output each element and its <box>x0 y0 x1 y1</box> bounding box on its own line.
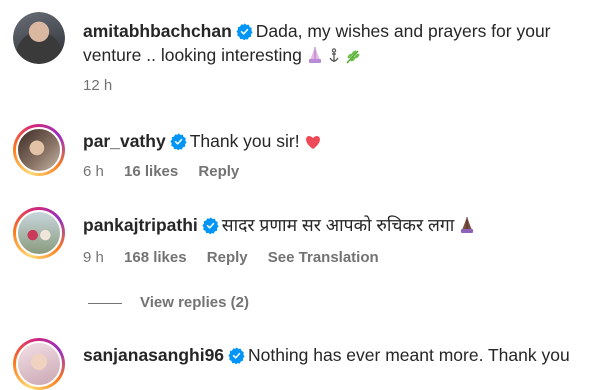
comment-text-line2: venture .. looking interesting <box>83 45 302 65</box>
view-replies-button[interactable]: View replies (2) <box>88 294 249 311</box>
comment-timestamp: 9 h <box>83 249 104 266</box>
avatar[interactable] <box>13 12 65 64</box>
verified-badge-icon <box>228 347 245 364</box>
likes-count[interactable]: 16 likes <box>124 163 178 180</box>
verified-badge-icon <box>170 133 187 150</box>
red-heart-icon <box>304 133 322 156</box>
avatar[interactable] <box>13 338 65 390</box>
see-translation-link[interactable]: See Translation <box>268 249 379 266</box>
comment-text: सादर प्रणाम सर आपको रुचिकर लगा <box>221 215 455 235</box>
comment-timestamp: 12 h <box>83 77 113 94</box>
username[interactable]: sanjanasanghi96 <box>83 345 224 365</box>
reply-button[interactable]: Reply <box>198 163 239 180</box>
view-replies-label: View replies (2) <box>140 294 249 311</box>
praying-hands-icon <box>459 216 475 240</box>
comment-text: Nothing has ever meant more. Thank you <box>248 345 570 365</box>
username[interactable]: pankajtripathi <box>83 215 198 235</box>
replies-divider <box>88 302 122 304</box>
username[interactable]: amitabhbachchan <box>83 21 232 41</box>
comment-timestamp: 6 h <box>83 163 104 180</box>
avatar[interactable] <box>13 207 65 259</box>
username[interactable]: par_vathy <box>83 131 166 151</box>
praying-hands-icon <box>307 46 323 70</box>
avatar[interactable] <box>13 124 65 176</box>
anchor-icon <box>328 47 340 70</box>
verified-badge-icon <box>236 23 253 40</box>
reply-button[interactable]: Reply <box>207 249 248 266</box>
likes-count[interactable]: 168 likes <box>124 249 187 266</box>
herb-icon <box>345 47 361 70</box>
comment-text-line1: Dada, my wishes and prayers for your <box>255 21 551 41</box>
verified-badge-icon <box>202 217 219 234</box>
comment-text: Thank you sir! <box>189 131 300 151</box>
